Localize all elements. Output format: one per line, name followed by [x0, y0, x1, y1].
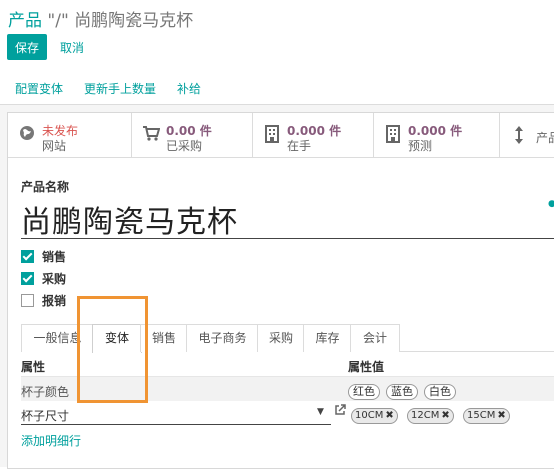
product-name-label: 产品名称 — [21, 180, 70, 194]
purchased-label: 已采购 — [166, 139, 203, 153]
building-icon — [384, 125, 402, 145]
annotation-highlight-box — [77, 296, 148, 403]
replenish-button[interactable]: 补给 — [177, 80, 201, 97]
breadcrumb-parent[interactable]: 产品 — [8, 11, 42, 31]
purchase-ok-label: 采购 — [42, 272, 67, 286]
value-tag: 白色 — [424, 384, 456, 400]
value-tag: 10CM ✖ — [351, 408, 398, 424]
value-tag-label: 12CM — [411, 410, 440, 421]
sale-ok-label: 销售 — [42, 250, 67, 264]
website-label: 网站 — [42, 139, 67, 153]
remove-tag-icon[interactable]: ✖ — [385, 410, 393, 421]
cart-icon — [142, 125, 161, 145]
breadcrumb-current: 尚鹏陶瓷马克杯 — [74, 11, 194, 31]
updown-arrow-icon — [510, 125, 528, 145]
on-hand-smart-button[interactable]: 0.000 件 在手 — [253, 113, 374, 157]
variants-smart-button[interactable]: 产品 — [500, 113, 554, 157]
variants-label: 产品 — [536, 131, 554, 145]
attribute-cell: 杯子颜色 — [21, 385, 70, 399]
external-link-icon[interactable] — [334, 404, 346, 419]
save-button[interactable]: 保存 — [7, 34, 47, 60]
value-tag: 红色 — [348, 384, 380, 400]
value-tag: 蓝色 — [386, 384, 418, 400]
update-quantity-button[interactable]: 更新手上数量 — [84, 80, 156, 97]
tab-inventory[interactable]: 库存 — [303, 324, 352, 352]
globe-icon — [18, 125, 36, 145]
attribute-column-header: 属性 — [21, 360, 46, 374]
tab-accounting[interactable]: 会计 — [350, 324, 400, 352]
sale-ok-checkbox[interactable] — [21, 250, 34, 263]
breadcrumb: 产品 "/" 尚鹏陶瓷马克杯 — [8, 6, 193, 31]
caret-down-icon[interactable]: ▼ — [317, 407, 324, 417]
expense-ok-checkbox[interactable] — [21, 294, 34, 307]
configure-variants-button[interactable]: 配置变体 — [15, 80, 63, 97]
value-tag-label: 10CM — [355, 410, 384, 421]
building-icon — [263, 125, 281, 145]
tab-purchase[interactable]: 采购 — [257, 324, 305, 352]
purchased-smart-button[interactable]: 0.00 件 已采购 — [132, 113, 253, 157]
forecast-label: 预测 — [408, 139, 433, 153]
forecast-smart-button[interactable]: 0.000 件 预测 — [374, 113, 500, 157]
cancel-button[interactable]: 取消 — [54, 34, 90, 60]
values-column-header: 属性值 — [348, 360, 385, 374]
value-tag-label: 15CM — [467, 410, 496, 421]
expense-ok-label: 报销 — [42, 294, 67, 308]
breadcrumb-separator: "/" — [47, 11, 69, 31]
website-smart-button[interactable]: 未发布 网站 — [8, 113, 132, 157]
attribute-input-underline — [21, 424, 331, 425]
purchase-ok-checkbox[interactable] — [21, 272, 34, 285]
remove-tag-icon[interactable]: ✖ — [441, 410, 449, 421]
tab-ecommerce[interactable]: 电子商务 — [186, 324, 259, 352]
remove-tag-icon[interactable]: ✖ — [497, 410, 505, 421]
favorite-icon[interactable]: ● — [548, 199, 554, 209]
value-tag: 12CM ✖ — [407, 408, 454, 424]
add-line-link[interactable]: 添加明细行 — [21, 432, 81, 449]
product-name-input[interactable]: 尚鹏陶瓷马克杯 — [21, 197, 238, 241]
on-hand-label: 在手 — [287, 139, 312, 153]
product-name-underline — [21, 238, 554, 239]
value-tag: 15CM ✖ — [463, 408, 510, 424]
attribute-input[interactable]: 杯子尺寸 — [21, 407, 69, 424]
